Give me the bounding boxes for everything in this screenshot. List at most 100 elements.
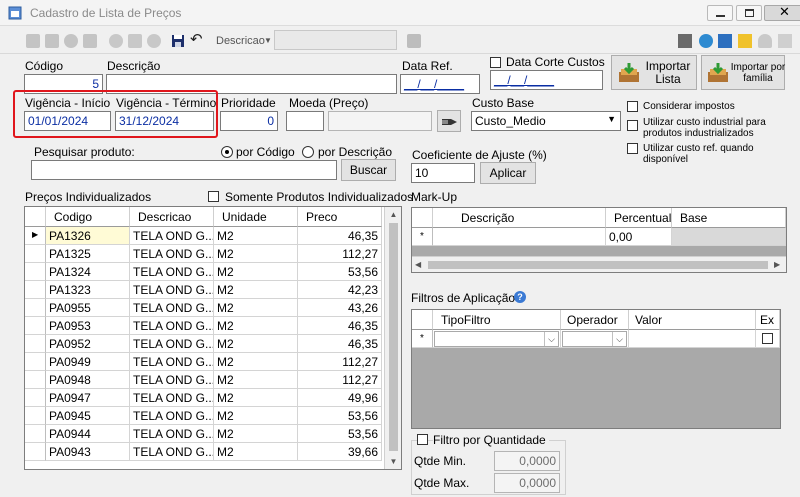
precos-cell-codigo[interactable]: PA1324 [46, 263, 130, 281]
precos-cell-unidade[interactable]: M2 [214, 245, 298, 263]
filtro-operador-select[interactable]: ⌵ [562, 331, 627, 347]
considerar-impostos-checkbox[interactable] [627, 101, 638, 112]
precos-cell-descricao[interactable]: TELA OND G... [130, 443, 214, 461]
precos-cell-unidade[interactable]: M2 [214, 317, 298, 335]
user-icon[interactable] [758, 34, 772, 48]
precos-cell-descricao[interactable]: TELA OND G... [130, 299, 214, 317]
minimize-button[interactable] [707, 5, 733, 21]
markup-base-cell[interactable] [672, 228, 786, 246]
vigencia-inicio-field[interactable]: 01/01/2024 [24, 111, 111, 131]
importar-lista-button[interactable]: Importar Lista [611, 55, 697, 90]
precos-cell-codigo[interactable]: PA0947 [46, 389, 130, 407]
row-header[interactable] [25, 263, 46, 281]
precos-cell-descricao[interactable]: TELA OND G... [130, 227, 214, 245]
column-header-descricao[interactable]: Descricao [130, 207, 214, 227]
precos-cell-descricao[interactable]: TELA OND G... [130, 407, 214, 425]
markup-grid[interactable]: Descrição Percentual Base * 0,00 ◀ ▶ [411, 207, 787, 273]
precos-cell-descricao[interactable]: TELA OND G... [130, 263, 214, 281]
row-header[interactable] [25, 317, 46, 335]
precos-cell-unidade[interactable]: M2 [214, 299, 298, 317]
row-header[interactable] [25, 371, 46, 389]
precos-cell-codigo[interactable]: PA0945 [46, 407, 130, 425]
scroll-thumb[interactable] [389, 223, 398, 451]
custo-ref-checkbox[interactable] [627, 143, 638, 154]
add-icon[interactable] [109, 34, 123, 48]
column-header-base[interactable]: Base [672, 208, 786, 228]
scroll-right-icon[interactable]: ▶ [774, 260, 780, 269]
report-icon[interactable] [718, 34, 732, 48]
buscar-button[interactable]: Buscar [341, 159, 396, 181]
prioridade-field[interactable]: 0 [220, 111, 278, 131]
filtro-operador-cell[interactable]: ⌵ [561, 330, 629, 348]
precos-cell-preco[interactable]: 43,26 [298, 299, 382, 317]
markup-percentual-cell[interactable]: 0,00 [606, 228, 672, 246]
search-field-selector[interactable]: Descricao [216, 35, 265, 47]
precos-cell-preco[interactable]: 46,35 [298, 335, 382, 353]
row-header[interactable] [25, 245, 46, 263]
precos-cell-unidade[interactable]: M2 [214, 281, 298, 299]
precos-vertical-scrollbar[interactable]: ▲ ▼ [384, 207, 401, 469]
toolbar-search-input[interactable] [274, 30, 397, 50]
importar-familia-button[interactable]: Importar por família [701, 55, 785, 90]
precos-cell-preco[interactable]: 46,35 [298, 227, 382, 245]
radio-por-codigo[interactable] [221, 146, 233, 158]
precos-cell-codigo[interactable]: PA0955 [46, 299, 130, 317]
precos-cell-preco[interactable]: 49,96 [298, 389, 382, 407]
row-header[interactable] [25, 407, 46, 425]
chevron-down-icon[interactable]: ▼ [264, 36, 272, 45]
precos-cell-codigo[interactable]: PA1326 [46, 227, 130, 245]
filtro-tipo-cell[interactable]: ⌵ [433, 330, 561, 348]
precos-cell-preco[interactable]: 53,56 [298, 263, 382, 281]
precos-cell-codigo[interactable]: PA1325 [46, 245, 130, 263]
precos-cell-codigo[interactable]: PA0948 [46, 371, 130, 389]
column-header-operador[interactable]: Operador [561, 310, 629, 330]
scroll-down-icon[interactable]: ▼ [385, 457, 401, 466]
precos-cell-unidade[interactable]: M2 [214, 407, 298, 425]
row-header[interactable] [25, 335, 46, 353]
next-record-icon[interactable] [83, 34, 97, 48]
precos-cell-codigo[interactable]: PA0944 [46, 425, 130, 443]
custo-industrial-checkbox[interactable] [627, 120, 638, 131]
markup-descricao-cell[interactable] [433, 228, 606, 246]
precos-cell-descricao[interactable]: TELA OND G... [130, 353, 214, 371]
qtde-max-field[interactable]: 0,0000 [494, 473, 560, 493]
precos-cell-unidade[interactable]: M2 [214, 263, 298, 281]
scroll-left-icon[interactable]: ◀ [415, 260, 421, 269]
filtro-quantidade-checkbox[interactable] [417, 434, 428, 445]
precos-cell-unidade[interactable]: M2 [214, 335, 298, 353]
delete-icon[interactable] [147, 34, 161, 48]
precos-cell-unidade[interactable]: M2 [214, 425, 298, 443]
binoculars-icon[interactable] [407, 34, 421, 48]
moeda-search-button[interactable] [437, 110, 461, 132]
filtros-grid[interactable]: TipoFiltro Operador Valor Ex * ⌵ ⌵ [411, 309, 781, 429]
precos-cell-descricao[interactable]: TELA OND G... [130, 425, 214, 443]
precos-cell-unidade[interactable]: M2 [214, 443, 298, 461]
precos-cell-unidade[interactable]: M2 [214, 353, 298, 371]
filtro-ex-cell[interactable] [756, 330, 780, 348]
close-button[interactable]: ✕ [764, 4, 800, 21]
vigencia-termino-field[interactable]: 31/12/2024 [115, 111, 214, 131]
column-header-unidade[interactable]: Unidade [214, 207, 298, 227]
precos-cell-descricao[interactable]: TELA OND G... [130, 371, 214, 389]
previous-record-icon[interactable] [45, 34, 59, 48]
refresh-record-icon[interactable] [64, 34, 78, 48]
radio-por-descricao[interactable] [302, 146, 314, 158]
precos-cell-descricao[interactable]: TELA OND G... [130, 281, 214, 299]
data-ref-field[interactable]: __/__/____ [400, 74, 480, 94]
help-icon[interactable]: ? [514, 291, 526, 303]
precos-cell-preco[interactable]: 53,56 [298, 425, 382, 443]
precos-cell-descricao[interactable]: TELA OND G... [130, 317, 214, 335]
precos-cell-preco[interactable]: 112,27 [298, 245, 382, 263]
save-icon[interactable] [171, 34, 185, 48]
markup-horizontal-scrollbar[interactable]: ◀ ▶ [412, 256, 786, 272]
custo-base-select[interactable]: Custo_Medio ▼ [471, 111, 621, 131]
precos-cell-preco[interactable]: 53,56 [298, 407, 382, 425]
maximize-button[interactable] [736, 5, 762, 21]
precos-cell-codigo[interactable]: PA0952 [46, 335, 130, 353]
note-icon[interactable] [738, 34, 752, 48]
precos-cell-unidade[interactable]: M2 [214, 371, 298, 389]
precos-cell-preco[interactable]: 112,27 [298, 371, 382, 389]
monitor-icon[interactable] [678, 34, 692, 48]
column-header-percentual[interactable]: Percentual [606, 208, 672, 228]
column-header-descricao[interactable]: Descrição [433, 208, 606, 228]
